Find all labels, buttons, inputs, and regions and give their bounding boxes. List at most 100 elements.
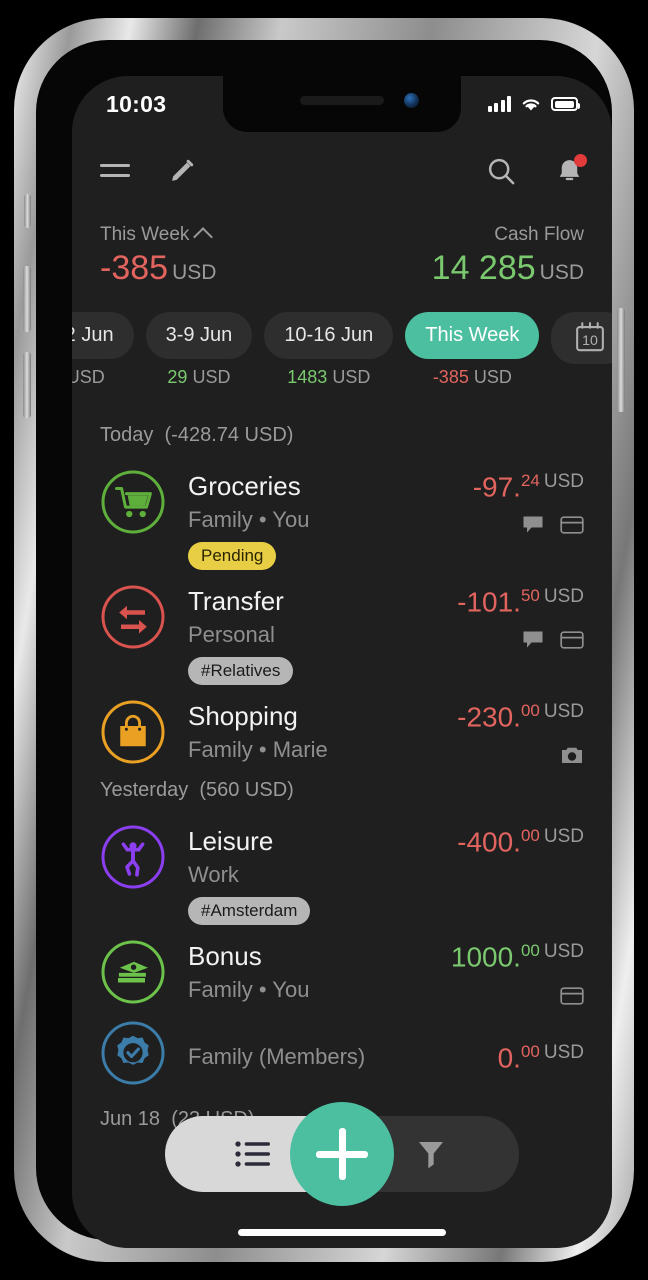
summary-left-label-row: This Week <box>100 224 216 247</box>
tag-row: #Relatives <box>188 657 457 685</box>
comment-icon[interactable] <box>522 515 544 535</box>
phone-screen: 10:03 This Week -385 USD Cash Flow 14 28… <box>72 76 612 1248</box>
search-icon[interactable] <box>486 156 517 187</box>
table-row[interactable]: Family (Members) 0.00 USD <box>72 1012 612 1092</box>
summary-left[interactable]: This Week -385 USD <box>100 224 216 288</box>
week-chip-label: This Week <box>405 312 540 359</box>
transaction-tag[interactable]: #Relatives <box>188 657 294 685</box>
row-details: Bonus Family • You <box>166 939 451 1003</box>
day-label: Jun 18 <box>100 1107 161 1130</box>
credit-card-icon[interactable] <box>560 515 584 535</box>
volume-down-button[interactable] <box>23 352 31 418</box>
phone-bezel: 10:03 This Week -385 USD Cash Flow 14 28… <box>36 40 612 1248</box>
transaction-amount: -400.00 USD <box>457 826 584 858</box>
dancing-person-icon <box>100 824 166 890</box>
day-label: Yesterday <box>100 779 189 802</box>
transaction-subtitle: Family (Members) <box>188 1043 366 1069</box>
screenshot-stage: 10:03 This Week -385 USD Cash Flow 14 28… <box>0 0 648 1280</box>
camera-icon[interactable] <box>560 745 584 765</box>
week-chip-label: 3-9 Jun <box>145 312 253 359</box>
calendar-day-label: 10 <box>583 332 599 348</box>
day-total: (560 USD) <box>199 779 294 802</box>
row-details: Groceries Family • You Pending <box>166 469 473 570</box>
transaction-amount: -101.50 USD <box>457 586 584 618</box>
transaction-list: Today (-428.74 USD) Groceries Family • Y… <box>72 416 612 1145</box>
transaction-subtitle: Family • You <box>188 977 310 1003</box>
period-summary: This Week -385 USD Cash Flow 14 285 USD <box>72 210 612 292</box>
transaction-amount: -97.24 USD <box>472 471 584 503</box>
week-chip-amount: -385 USD <box>432 367 512 387</box>
week-chip-3[interactable]: This Week -385 USD <box>405 312 540 388</box>
table-row[interactable]: Groceries Family • You Pending -97.24 USD <box>72 461 612 576</box>
week-chip-0[interactable]: -2 Jun USD <box>72 312 134 388</box>
status-bar-clock: 10:03 <box>106 90 167 117</box>
transaction-title: Shopping <box>188 701 298 731</box>
summary-right-label: Cash Flow <box>494 224 584 245</box>
row-amount-block: 0.00 USD <box>498 1020 584 1074</box>
summary-left-value: -385 <box>100 249 169 287</box>
filter-funnel-icon <box>418 1142 443 1169</box>
list-view-icon <box>234 1141 270 1167</box>
row-amount-block: -97.24 USD <box>473 469 584 535</box>
day-label: Today <box>100 424 154 446</box>
power-button[interactable] <box>617 308 625 412</box>
row-meta-icons <box>451 986 584 1006</box>
transaction-subtitle: Family • Marie <box>188 737 328 762</box>
credit-card-icon[interactable] <box>560 630 584 650</box>
table-row[interactable]: Transfer Personal #Relatives -101.50 USD <box>72 576 612 691</box>
summary-left-value-row: -385 USD <box>100 249 216 288</box>
row-details: Transfer Personal #Relatives <box>166 584 457 685</box>
comment-icon[interactable] <box>522 630 544 650</box>
transaction-amount: 1000.00 USD <box>450 941 584 973</box>
row-amount-block: -101.50 USD <box>457 584 584 650</box>
shopping-cart-icon <box>100 469 166 535</box>
tag-row: #Amsterdam <box>188 897 457 926</box>
week-chip-amount: 1483 USD <box>287 367 371 387</box>
phone-frame: 10:03 This Week -385 USD Cash Flow 14 28… <box>14 18 634 1262</box>
week-chip-1[interactable]: 3-9 Jun 29 USD <box>145 312 253 388</box>
week-selector: -2 Jun USD 3-9 Jun 29 USD 10-16 Jun 1483… <box>72 312 612 388</box>
transaction-amount: 0.00 USD <box>497 1041 584 1073</box>
row-amount-block: -230.00 USD <box>457 699 584 765</box>
add-transaction-button[interactable] <box>290 1102 394 1206</box>
pencil-edit-icon[interactable] <box>168 157 196 185</box>
week-chip-label: 10-16 Jun <box>264 312 394 359</box>
navbar-left-actions <box>100 157 196 185</box>
row-meta-icons <box>473 515 584 535</box>
app-navbar <box>72 132 612 210</box>
status-bar-indicators <box>487 96 580 112</box>
status-badge: Pending <box>188 542 277 570</box>
transaction-title: Groceries <box>188 471 301 501</box>
row-meta-icons <box>457 745 584 765</box>
transfer-arrows-icon <box>100 584 166 650</box>
summary-left-currency: USD <box>172 261 217 284</box>
chevron-up-icon <box>193 227 214 247</box>
bell-icon[interactable] <box>555 153 587 186</box>
week-chip-label: -2 Jun <box>72 312 134 359</box>
volume-up-button[interactable] <box>23 266 31 332</box>
table-row[interactable]: Bonus Family • You 1000.00 USD <box>72 931 612 1011</box>
signal-bars-icon <box>487 96 511 112</box>
transaction-amount: -230.00 USD <box>457 701 584 733</box>
wifi-icon <box>522 99 540 111</box>
home-indicator[interactable] <box>238 1229 446 1236</box>
credit-card-icon[interactable] <box>560 986 584 1006</box>
summary-left-label: This Week <box>100 224 190 245</box>
hamburger-menu-icon[interactable] <box>100 163 130 179</box>
transaction-subtitle: Family • You <box>188 507 310 532</box>
row-details: Shopping Family • Marie <box>166 699 457 763</box>
table-row[interactable]: Shopping Family • Marie -230.00 USD <box>72 691 612 771</box>
navbar-right-actions <box>486 153 587 187</box>
calendar-icon[interactable]: 10 <box>551 312 612 364</box>
mute-switch[interactable] <box>24 194 31 228</box>
transaction-subtitle: Work <box>188 862 239 888</box>
row-meta-icons <box>457 630 584 650</box>
transaction-subtitle: Personal <box>188 622 275 647</box>
week-chip-2[interactable]: 10-16 Jun 1483 USD <box>264 312 394 388</box>
transaction-tag[interactable]: #Amsterdam <box>188 897 311 926</box>
table-row[interactable]: Leisure Work #Amsterdam -400.00 USD <box>72 816 612 931</box>
summary-right-value: 14 285 <box>431 249 536 287</box>
summary-right[interactable]: Cash Flow 14 285 USD <box>432 224 584 288</box>
gear-check-icon <box>100 1020 166 1086</box>
transaction-title: Bonus <box>188 941 262 972</box>
